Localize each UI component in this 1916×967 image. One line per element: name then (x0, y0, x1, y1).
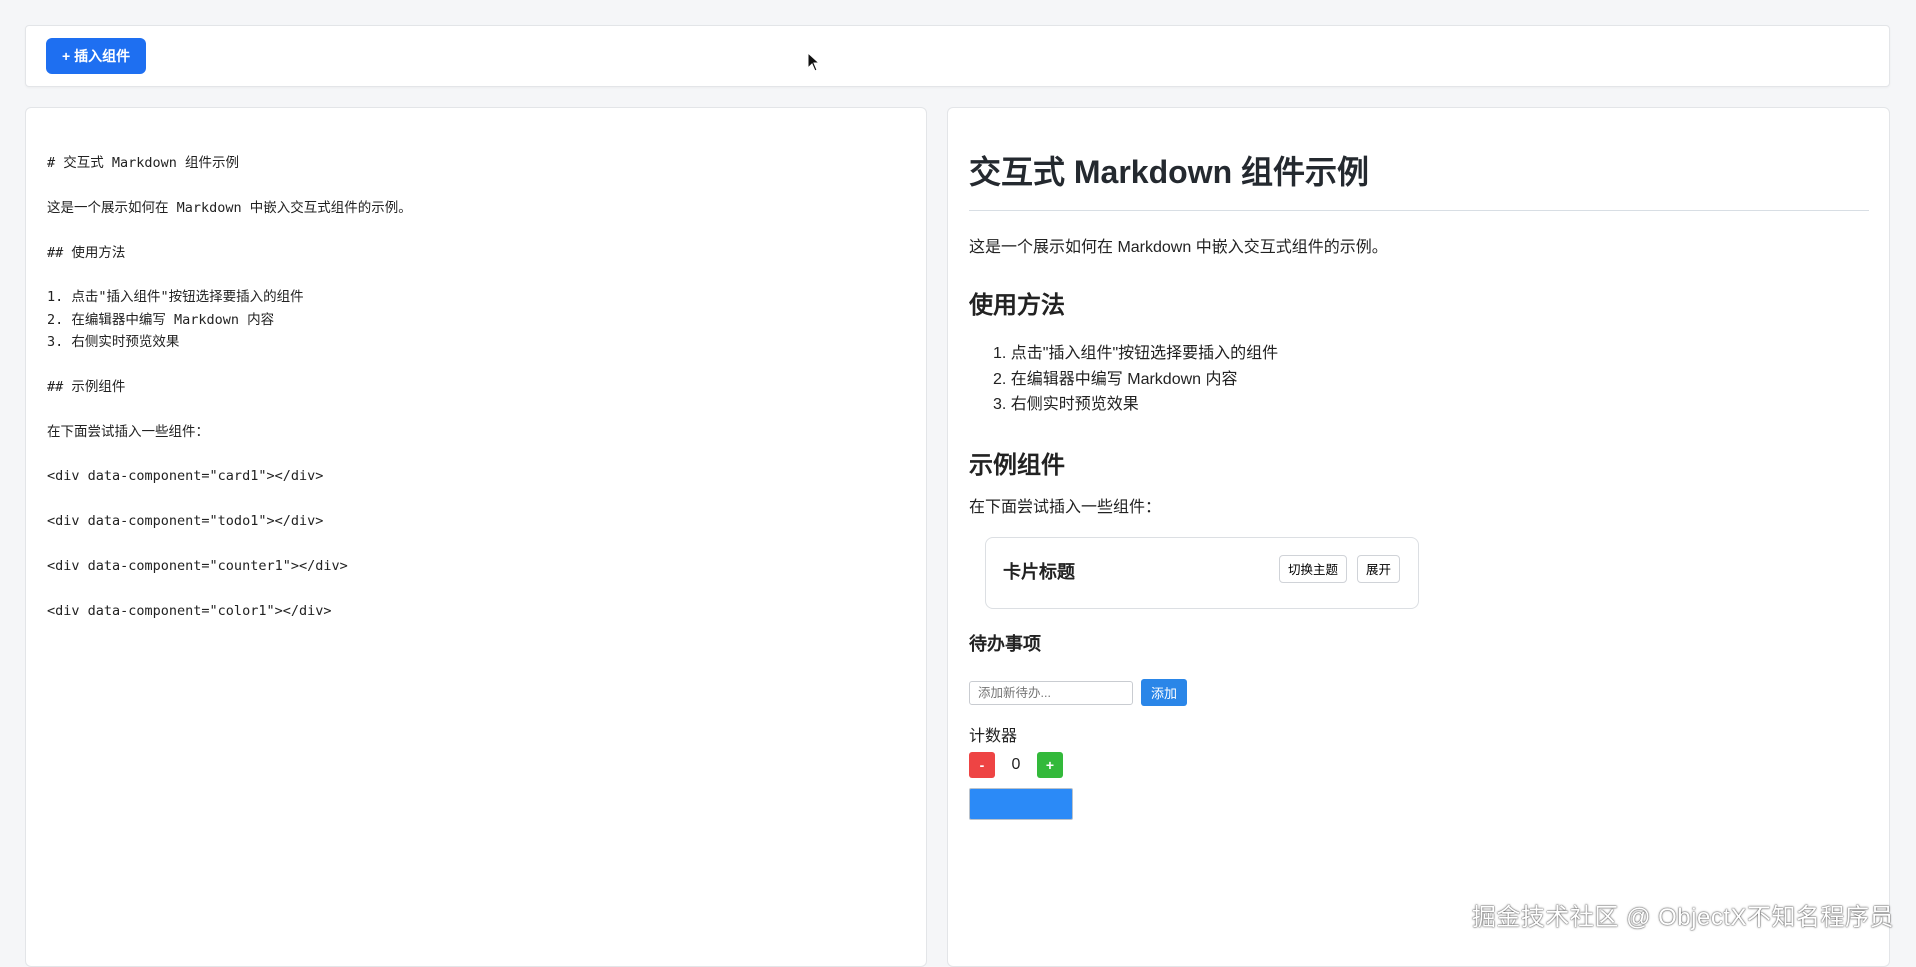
editor-line[interactable] (47, 398, 412, 420)
counter-label: 计数器 (969, 727, 1018, 745)
editor-line[interactable] (47, 533, 412, 555)
card-component: 卡片标题 切换主题 展开 (985, 536, 1419, 609)
preview-pane: 交互式 Markdown 组件示例 这是一个展示如何在 Markdown 中嵌入… (947, 107, 1890, 967)
editor-line[interactable]: 这是一个展示如何在 Markdown 中嵌入交互式组件的示例。 (47, 197, 412, 219)
editor-line[interactable] (47, 443, 412, 465)
editor-line[interactable] (47, 354, 412, 376)
editor-line[interactable]: <div data-component="color1"></div> (47, 600, 412, 622)
decrement-button[interactable]: - (969, 751, 995, 778)
editor-line[interactable] (47, 577, 412, 599)
usage-list: 1. 点击"插入组件"按钮选择要插入的组件 2. 在编辑器中编写 Markdow… (969, 341, 1869, 418)
editor-line[interactable]: <div data-component="card1"></div> (47, 465, 412, 487)
editor-line[interactable] (47, 488, 412, 510)
expand-button[interactable]: 展开 (1357, 554, 1401, 583)
preview-intro: 这是一个展示如何在 Markdown 中嵌入交互式组件的示例。 (969, 239, 1388, 256)
todo-input[interactable] (969, 680, 1133, 705)
examples-intro: 在下面尝试插入一些组件： (969, 498, 1162, 516)
editor-line[interactable]: 3. 右侧实时预览效果 (47, 331, 412, 353)
list-item: 3. 右侧实时预览效果 (993, 396, 1139, 413)
markdown-editor[interactable]: # 交互式 Markdown 组件示例 这是一个展示如何在 Markdown 中嵌… (25, 107, 927, 967)
todo-add-button[interactable]: 添加 (1141, 679, 1188, 706)
todo-input-row: 添加 (969, 679, 1869, 707)
watermark: 掘金技术社区 @ ObjectX不知名程序员 (1471, 904, 1894, 931)
mouse-cursor-icon (807, 52, 821, 72)
editor-line[interactable] (47, 264, 412, 286)
editor-line[interactable]: <div data-component="todo1"></div> (47, 510, 412, 532)
toggle-theme-button[interactable]: 切换主题 (1279, 554, 1348, 583)
editor-line[interactable]: <div data-component="counter1"></div> (47, 555, 412, 577)
editor-line[interactable] (47, 174, 412, 196)
counter-value: 0 (1011, 755, 1021, 773)
editor-line[interactable]: 2. 在编辑器中编写 Markdown 内容 (47, 309, 412, 331)
editor-line[interactable]: 在下面尝试插入一些组件： (47, 421, 412, 443)
card-title: 卡片标题 (1003, 561, 1075, 582)
editor-line[interactable] (47, 219, 412, 241)
preview-title: 交互式 Markdown 组件示例 (969, 154, 1370, 190)
examples-heading: 示例组件 (969, 451, 1065, 479)
editor-text[interactable]: # 交互式 Markdown 组件示例 这是一个展示如何在 Markdown 中嵌… (47, 152, 412, 622)
todo-title: 待办事项 (969, 633, 1041, 654)
editor-line[interactable]: ## 使用方法 (47, 242, 412, 264)
editor-line[interactable]: ## 示例组件 (47, 376, 412, 398)
editor-line[interactable]: 1. 点击"插入组件"按钮选择要插入的组件 (47, 286, 412, 308)
insert-component-button[interactable]: + 插入组件 (46, 38, 147, 74)
counter-component: - 0 + (969, 751, 1869, 779)
list-item: 1. 点击"插入组件"按钮选择要插入的组件 (993, 345, 1279, 362)
usage-heading: 使用方法 (969, 292, 1065, 319)
increment-button[interactable]: + (1037, 751, 1063, 778)
list-item: 2. 在编辑器中编写 Markdown 内容 (993, 370, 1238, 388)
title-divider (969, 210, 1869, 211)
toolbar: + 插入组件 (25, 25, 1890, 87)
color-picker[interactable] (969, 787, 1073, 820)
editor-line[interactable]: # 交互式 Markdown 组件示例 (47, 152, 412, 174)
